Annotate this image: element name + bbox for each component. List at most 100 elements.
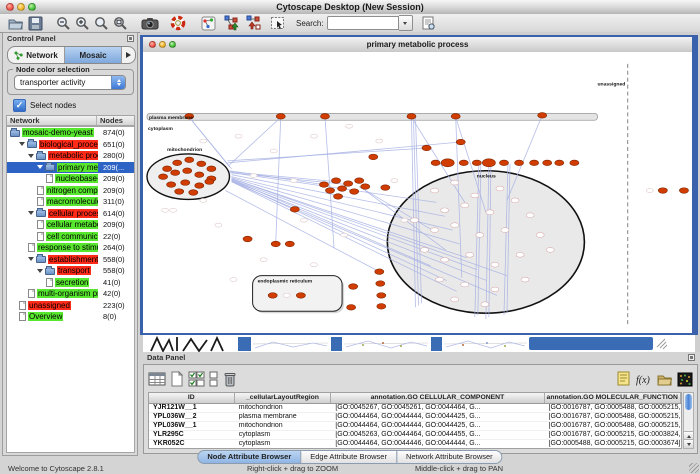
network-node[interactable] <box>260 258 267 262</box>
network-node[interactable] <box>162 208 169 212</box>
column-header[interactable]: ID <box>149 393 235 403</box>
network-node[interactable] <box>250 174 257 178</box>
network-node[interactable] <box>159 174 168 180</box>
select-nodes-checkbox[interactable]: ✓ <box>13 99 26 112</box>
tab-network-attribute-browser[interactable]: Network Attribute Browser <box>397 450 503 464</box>
zoom-fit-icon[interactable] <box>113 15 128 32</box>
network-node[interactable] <box>296 293 305 299</box>
network-node[interactable] <box>472 160 481 166</box>
network-node[interactable] <box>646 189 653 193</box>
zoom-in-icon[interactable] <box>75 15 90 32</box>
table-row[interactable]: YLR295Ccytoplasm[GO:0045263, GO:0044464,… <box>149 431 681 440</box>
network-node[interactable] <box>332 178 341 184</box>
network-node[interactable] <box>195 172 204 178</box>
network-node[interactable] <box>325 188 334 194</box>
network-window-titlebar[interactable]: primary metabolic process <box>143 37 692 53</box>
network-node[interactable] <box>377 293 386 299</box>
tree-row[interactable]: Overview8(0) <box>7 311 134 323</box>
import-attributes-folder-icon[interactable] <box>656 371 673 388</box>
search-input[interactable] <box>327 16 399 30</box>
attribute-table[interactable]: ID_cellularLayoutRegionannotation.GO CEL… <box>148 392 682 449</box>
tree-row[interactable]: cellular process614(0) <box>7 208 134 220</box>
scroll-down-button[interactable] <box>684 439 693 448</box>
network-node[interactable] <box>376 281 385 287</box>
function-builder-icon[interactable]: f(x) <box>635 371 652 388</box>
network-node[interactable] <box>570 160 579 166</box>
new-attribute-icon[interactable] <box>170 371 184 388</box>
network-node[interactable] <box>476 233 484 238</box>
tab-network[interactable]: Network <box>8 47 65 63</box>
network-node[interactable] <box>230 278 237 282</box>
tree-row[interactable]: unassigned223(0) <box>7 300 134 312</box>
network-node[interactable] <box>451 180 459 185</box>
network-node[interactable] <box>496 186 504 191</box>
table-row[interactable]: YKR052Ccytoplasm[GO:0044464, GO:0044446,… <box>149 440 681 449</box>
zoom-selected-icon[interactable] <box>94 15 109 32</box>
network-node[interactable] <box>200 139 207 143</box>
network-node[interactable] <box>499 160 508 166</box>
network-node[interactable] <box>167 182 176 188</box>
network-node[interactable] <box>546 248 554 253</box>
network-node[interactable] <box>421 248 429 253</box>
network-node[interactable] <box>347 305 356 311</box>
table-row[interactable]: YPL036W__2plasma membrane[GO:0044464, GO… <box>149 413 681 422</box>
network-canvas[interactable]: plasma membranecytoplasmmitochondrionnuc… <box>143 52 692 333</box>
expand-arrow-icon[interactable] <box>19 142 25 146</box>
network-node[interactable] <box>436 277 444 282</box>
network-node[interactable] <box>290 207 299 213</box>
tree-row[interactable]: response to stimulu264(0) <box>7 242 134 254</box>
network-node[interactable] <box>350 189 359 195</box>
vizmapper-icon[interactable] <box>201 15 216 32</box>
network-node[interactable] <box>461 282 469 287</box>
network-node[interactable] <box>461 203 469 208</box>
tree-row[interactable]: metabolic process280(0) <box>7 150 134 162</box>
attribute-matrix-icon[interactable] <box>677 371 693 388</box>
network-node[interactable] <box>466 252 474 257</box>
tree-row[interactable]: cellular metabo209(0) <box>7 219 134 231</box>
network-node[interactable] <box>381 185 390 191</box>
network-node[interactable] <box>482 159 495 167</box>
tree-row[interactable]: macromolecule311(0) <box>7 196 134 208</box>
tree-row[interactable]: transport558(0) <box>7 265 134 277</box>
network-node[interactable] <box>170 208 177 212</box>
zoom-out-icon[interactable] <box>56 15 71 32</box>
expand-arrow-icon[interactable] <box>28 211 34 215</box>
column-header[interactable]: annotation.GO CELLULAR_COMPONENT <box>331 393 544 403</box>
delete-attribute-trash-icon[interactable] <box>223 371 237 388</box>
table-row[interactable]: YJR121W__1mitochondrion[GO:0045267, GO:0… <box>149 404 681 413</box>
network-node[interactable] <box>451 297 459 302</box>
network-node[interactable] <box>377 304 386 310</box>
resize-grip[interactable] <box>689 463 699 473</box>
network-node[interactable] <box>538 113 547 119</box>
network-node[interactable] <box>407 114 416 120</box>
network-node[interactable] <box>268 293 277 299</box>
open-file-icon[interactable] <box>7 15 24 32</box>
tree-row[interactable]: establishment of lo558(0) <box>7 254 134 266</box>
network-node[interactable] <box>451 114 460 120</box>
select-mode-icon[interactable] <box>270 15 286 32</box>
network-node[interactable] <box>205 179 214 185</box>
network-node[interactable] <box>300 218 307 222</box>
network-node[interactable] <box>410 218 418 223</box>
network-node[interactable] <box>451 223 459 228</box>
tab-mosaic[interactable]: Mosaic <box>65 47 122 63</box>
network-node[interactable] <box>501 228 509 233</box>
tree-row[interactable]: multi-organism pro42(0) <box>7 288 134 300</box>
help-lifering-icon[interactable] <box>170 15 186 32</box>
network-node[interactable] <box>431 160 440 166</box>
network-node[interactable] <box>341 233 348 237</box>
tab-edge-attribute-browser[interactable]: Edge Attribute Browser <box>301 450 397 464</box>
expand-arrow-icon[interactable] <box>37 269 43 273</box>
node-color-dropdown[interactable]: transporter activity <box>14 75 126 90</box>
network-node[interactable] <box>349 284 358 290</box>
network-node[interactable] <box>536 233 544 238</box>
tree-row[interactable]: nucleobase-209(0) <box>7 173 134 185</box>
network-node[interactable] <box>486 210 494 215</box>
network-node[interactable] <box>658 188 667 194</box>
network-node[interactable] <box>215 223 222 227</box>
network-node[interactable] <box>375 269 384 275</box>
column-header[interactable]: _cellularLayoutRegion <box>235 393 332 403</box>
network-node[interactable] <box>431 188 439 193</box>
network-node[interactable] <box>459 160 468 166</box>
network-node[interactable] <box>679 188 688 194</box>
